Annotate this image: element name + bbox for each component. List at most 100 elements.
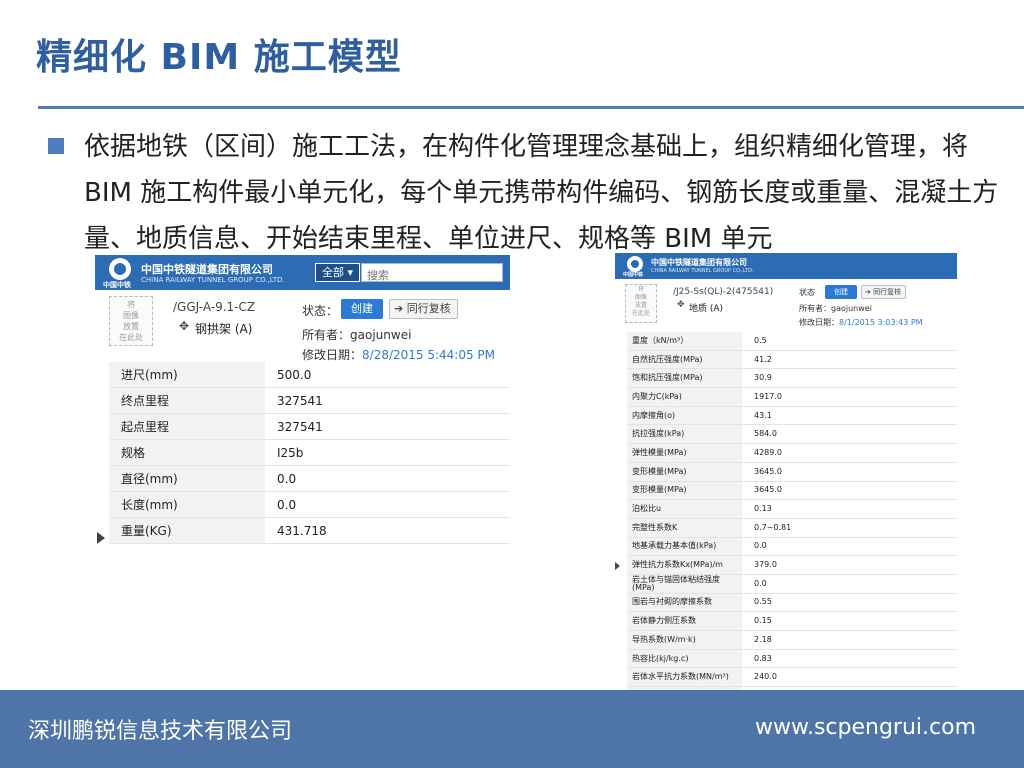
image-drop-zone[interactable]: 将图像 放置 在此处 [625, 284, 657, 323]
component-info: 将图像 放置 在此处 /GGJ-A-9.1-CZ ✥ 钢拱架 (A) 状态： 创建 … [95, 290, 510, 362]
property-key: 长度(mm) [109, 491, 265, 518]
property-value: 379.0 [742, 555, 957, 575]
image-placeholder-text: 将图像 放置 在此处 [631, 286, 650, 317]
property-row[interactable]: 终点里程 327541 [109, 387, 510, 414]
company-name-en: CHINA RAILWAY TUNNEL GROUP CO.,LTD. [651, 268, 754, 274]
property-row[interactable]: 弹性抗力系数Kx(MPa)/m 379.0 [627, 555, 957, 575]
component-code: /GGJ-A-9.1-CZ [173, 300, 256, 314]
peer-review-label: 同行复核 [406, 302, 451, 315]
search-box[interactable] [361, 263, 503, 284]
image-drop-zone[interactable]: 将图像 放置 在此处 [109, 296, 153, 346]
component-type: 钢拱架 (A) [195, 322, 253, 336]
component-icon: ✥ [179, 319, 190, 333]
property-key: 弹性抗力系数Kx(MPa)/m [627, 555, 742, 575]
modified-value: 8/1/2015 3:03:43 PM [839, 318, 923, 327]
property-row[interactable]: 地基承载力基本值(kPa) 0.0 [627, 537, 957, 557]
status-create-button[interactable]: 创建 [825, 285, 857, 299]
property-row[interactable]: 直径(mm) 0.0 [109, 465, 510, 492]
property-value: 240.0 [742, 667, 957, 688]
component-property-panel-left: 中国中铁 中国中铁隧道集团有限公司 CHINA RAILWAY TUNNEL G… [95, 255, 510, 545]
peer-review-button[interactable]: ➔ 同行复核 [389, 299, 458, 319]
property-value: 431.718 [265, 517, 510, 544]
property-value: 327541 [265, 387, 510, 414]
status-label: 状态 [799, 288, 815, 297]
owner-row: 所有者：gaojunwei [302, 326, 411, 343]
property-row[interactable]: 内摩擦角(o) 43.1 [627, 406, 957, 426]
property-value: 584.0 [742, 424, 957, 445]
property-row[interactable]: 内聚力C(kPa) 1917.0 [627, 387, 957, 407]
property-key: 进尺(mm) [109, 362, 265, 388]
property-row[interactable]: 长度(mm) 0.0 [109, 491, 510, 518]
property-row[interactable]: 泊松比u 0.13 [627, 499, 957, 519]
property-key: 变形模量(MPa) [627, 462, 742, 482]
search-input[interactable] [365, 267, 499, 284]
property-row[interactable]: 围岩与衬砌的摩擦系数 0.55 [627, 593, 957, 613]
property-value: 0.0 [742, 537, 957, 557]
property-row[interactable]: 起点里程 327541 [109, 413, 510, 440]
expand-arrow-icon[interactable] [615, 562, 620, 570]
property-value: 0.5 [742, 332, 957, 351]
panel-header: 中国中铁 中国中铁隧道集团有限公司 CHINA RAILWAY TUNNEL G… [95, 255, 510, 290]
company-logo-icon [109, 258, 131, 280]
property-key: 热容比(kj/kg.c) [627, 649, 742, 669]
property-row[interactable]: 进尺(mm) 500.0 [109, 362, 510, 388]
footer-bar: 深圳鹏锐信息技术有限公司 www.scpengrui.com [0, 690, 1024, 768]
status-label: 状态： [302, 304, 339, 318]
component-type: 地质 (A) [689, 304, 724, 314]
property-row[interactable]: 岩体静力侧压系数 0.15 [627, 611, 957, 631]
status-create-button[interactable]: 创建 [341, 299, 383, 319]
property-key: 围岩与衬砌的摩擦系数 [627, 593, 742, 613]
search-scope-dropdown[interactable]: 全部 ▾ [315, 263, 361, 282]
property-key: 弹性模量(MPa) [627, 443, 742, 463]
property-value: 43.1 [742, 406, 957, 426]
peer-review-label: 同行复核 [873, 288, 902, 296]
component-icon: ✥ [677, 300, 685, 310]
peer-review-button[interactable]: ➔ 同行复核 [861, 285, 907, 299]
property-key: 终点里程 [109, 387, 265, 414]
property-row[interactable]: 岩土体与锚固体粘结强度(MPa) 0.0 [627, 574, 957, 594]
search-scope-label: 全部 [322, 266, 344, 279]
property-row[interactable]: 变形模量(MPa) 3645.0 [627, 462, 957, 482]
property-row[interactable]: 饱和抗压强度(MPa) 30.9 [627, 368, 957, 389]
property-row[interactable]: 热容比(kj/kg.c) 0.83 [627, 649, 957, 669]
property-value: I25b [265, 439, 510, 466]
property-key: 内摩擦角(o) [627, 406, 742, 426]
property-row[interactable]: 自然抗压强度(MPa) 41.2 [627, 350, 957, 370]
property-key: 泊松比u [627, 499, 742, 519]
owner-label: 所有者： [302, 328, 351, 342]
property-value: 41.2 [742, 350, 957, 370]
owner-value: gaojunwei [831, 304, 872, 313]
property-key: 内聚力C(kPa) [627, 387, 742, 407]
property-row[interactable]: 规格 I25b [109, 439, 510, 466]
company-name-cn: 中国中铁隧道集团有限公司 [141, 263, 273, 276]
property-row[interactable]: 抗拉强度(kPa) 584.0 [627, 424, 957, 445]
modified-row: 修改日期：8/1/2015 3:03:43 PM [799, 317, 923, 328]
property-key: 岩体静力侧压系数 [627, 611, 742, 631]
property-row[interactable]: 重度（kN/m³） 0.5 [627, 332, 957, 351]
arrow-right-icon: ➔ [865, 288, 871, 296]
property-key: 直径(mm) [109, 465, 265, 492]
property-key: 导热系数(W/m·k) [627, 630, 742, 650]
property-row[interactable]: 完整性系数K 0.7~0.81 [627, 518, 957, 538]
property-row[interactable]: 变形模量(MPa) 3645.0 [627, 481, 957, 501]
property-key: 岩体水平抗力系数(MN/m³) [627, 667, 742, 688]
property-row[interactable]: 岩体水平抗力系数(MN/m³) 240.0 [627, 667, 957, 688]
property-key: 饱和抗压强度(MPa) [627, 368, 742, 389]
expand-arrow-icon[interactable] [97, 532, 105, 544]
property-key: 重度（kN/m³） [627, 332, 742, 351]
property-key: 完整性系数K [627, 518, 742, 538]
property-key: 自然抗压强度(MPa) [627, 350, 742, 370]
modified-row: 修改日期：8/28/2015 5:44:05 PM [302, 346, 495, 363]
property-row[interactable]: 重量(KG) 431.718 [109, 517, 510, 544]
property-row[interactable]: 弹性模量(MPa) 4289.0 [627, 443, 957, 463]
footer-website[interactable]: www.scpengrui.com [755, 715, 976, 740]
panel-header: 中国中铁 中国中铁隧道集团有限公司 CHINA RAILWAY TUNNEL G… [615, 253, 957, 279]
property-value: 2.18 [742, 630, 957, 650]
property-row[interactable]: 导热系数(W/m·k) 2.18 [627, 630, 957, 650]
arrow-right-icon: ➔ [394, 302, 404, 315]
property-value: 0.15 [742, 611, 957, 631]
property-value: 0.0 [265, 465, 510, 492]
property-key: 地基承载力基本值(kPa) [627, 537, 742, 557]
modified-label: 修改日期： [799, 318, 839, 327]
property-key: 变形模量(MPa) [627, 481, 742, 501]
